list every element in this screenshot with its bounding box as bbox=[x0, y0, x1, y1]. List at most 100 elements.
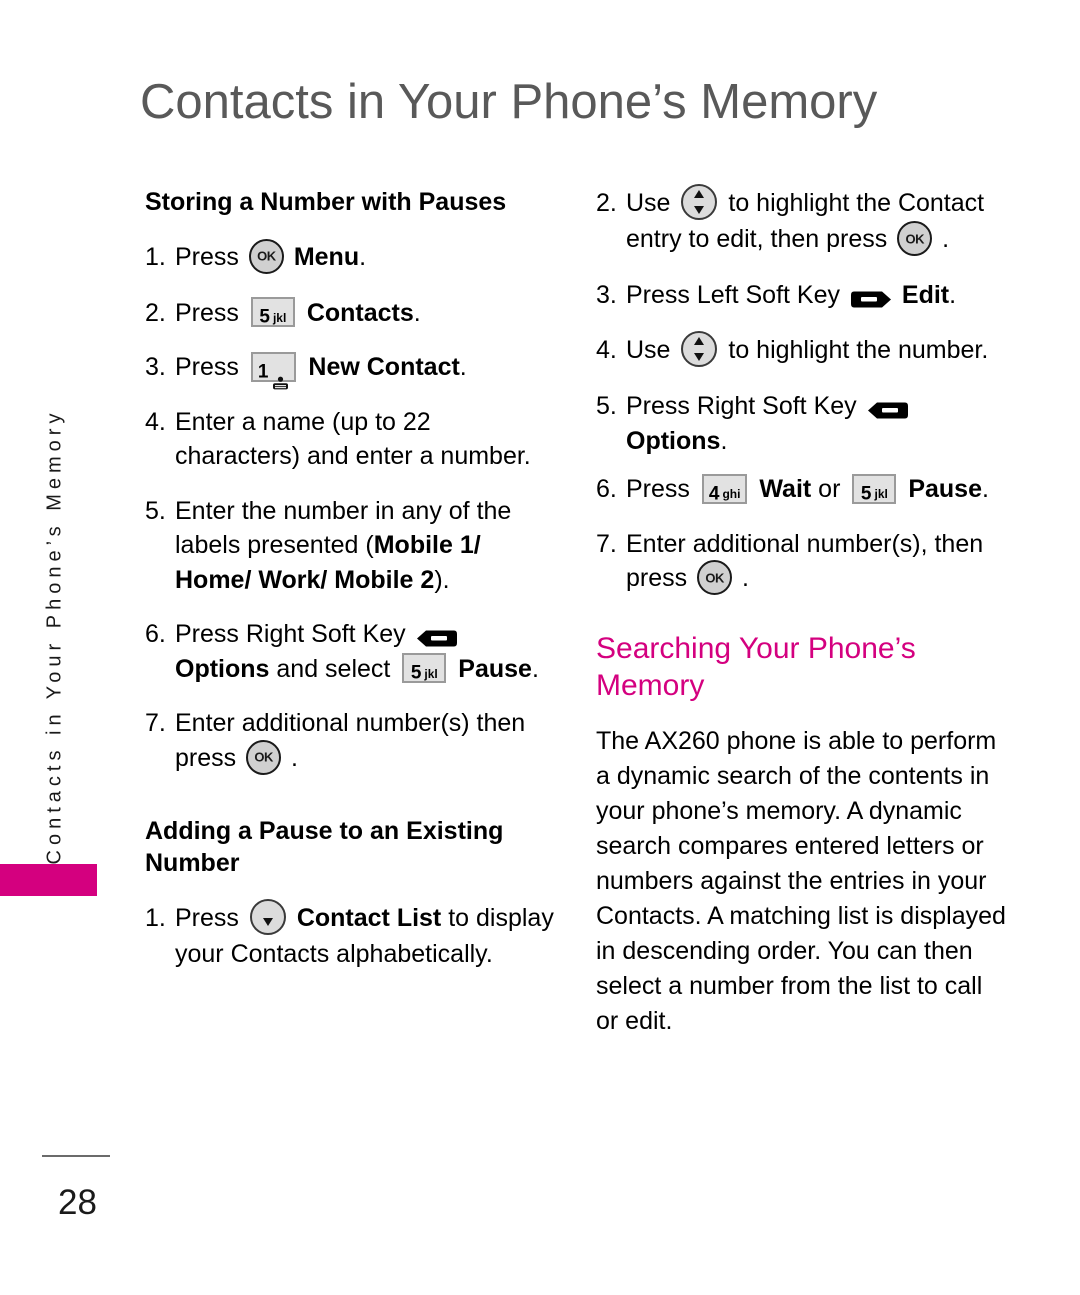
step-text: or bbox=[811, 475, 841, 504]
footer-rule bbox=[42, 1155, 110, 1157]
section-heading-adding-pause: Adding a Pause to an Existing Number bbox=[145, 816, 504, 877]
nav-down-key-icon bbox=[249, 899, 286, 936]
keypad-1-voicemail-icon: 1 bbox=[250, 351, 297, 390]
step-body: Press Contact List to display your Conta… bbox=[175, 899, 555, 972]
keypad-5-jkl-icon: 5 jkl bbox=[852, 473, 897, 504]
step-text: Press Left Soft Key bbox=[626, 281, 840, 310]
section-heading-storing: Storing a Number with Pauses bbox=[145, 188, 507, 216]
step-bold-text: Contacts bbox=[306, 298, 414, 327]
right-soft-key-icon bbox=[416, 623, 457, 647]
ok-key-icon bbox=[248, 238, 284, 274]
step-text: Press Right Soft Key bbox=[626, 392, 857, 421]
step-number: 6. bbox=[596, 475, 617, 504]
keypad-letters: ghi bbox=[722, 486, 741, 501]
step-punct: . bbox=[949, 281, 957, 310]
page-number: 28 bbox=[58, 1183, 97, 1222]
step-item: 2. Press 5 jkl Contacts. bbox=[145, 296, 555, 331]
step-punct: ). bbox=[434, 565, 450, 594]
voicemail-glyph-icon bbox=[272, 366, 289, 390]
step-punct: . bbox=[982, 475, 989, 504]
step-text: Enter additional number(s), then press bbox=[626, 529, 984, 593]
right-column: 2. Use to highlight the Contact entry to… bbox=[596, 184, 1011, 1039]
step-text: Press Right Soft Key bbox=[175, 620, 406, 649]
step-item: 2. Use to highlight the Contact entry to… bbox=[596, 184, 1011, 258]
step-text: Use bbox=[626, 335, 671, 364]
step-item: 7. Enter additional number(s), then pres… bbox=[596, 527, 1011, 597]
keypad-digit: 5 bbox=[410, 662, 422, 684]
step-body: Press Left Soft Key Edit. bbox=[626, 278, 1011, 313]
keypad-letters: jkl bbox=[424, 666, 438, 681]
section-heading-searching: Searching Your Phone’s Memory bbox=[596, 632, 916, 702]
step-bold-text: Pause bbox=[458, 654, 532, 683]
step-number: 3. bbox=[145, 353, 166, 382]
keypad-5-jkl-icon: 5 jkl bbox=[250, 297, 295, 328]
keypad-letters: jkl bbox=[272, 310, 287, 325]
step-text: Enter additional number(s) then press bbox=[175, 709, 526, 772]
step-number: 3. bbox=[596, 281, 617, 310]
step-text: Press bbox=[626, 475, 690, 504]
step-number: 4. bbox=[145, 407, 166, 436]
step-text: Press bbox=[175, 903, 239, 932]
step-bold-text: Options bbox=[626, 426, 721, 455]
step-body: Press Right Soft Key Options. bbox=[626, 389, 1011, 458]
step-item: 6. Press 4 ghi Wait or 5 jkl Pause. bbox=[596, 472, 1011, 507]
step-punct: . bbox=[942, 225, 950, 254]
left-soft-key-icon bbox=[850, 284, 891, 308]
step-punct: . bbox=[413, 298, 421, 327]
step-body: Enter additional number(s) then press . bbox=[175, 706, 555, 776]
step-bold-text: Menu bbox=[293, 243, 360, 271]
step-text: Press bbox=[175, 353, 239, 382]
left-column: Storing a Number with Pauses 1. Press Me… bbox=[145, 186, 555, 992]
step-item: 5. Enter the number in any of the labels… bbox=[145, 494, 555, 598]
step-number: 2. bbox=[596, 189, 617, 217]
step-body: Enter additional number(s), then press . bbox=[626, 527, 1011, 597]
manual-page: Contacts in Your Phone’s Memory Contacts… bbox=[0, 0, 1080, 1295]
nav-updown-key-icon bbox=[681, 184, 718, 221]
step-number: 7. bbox=[145, 709, 166, 738]
step-item: 7. Enter additional number(s) then press… bbox=[145, 706, 555, 776]
step-punct: . bbox=[291, 743, 298, 772]
step-bold-text: Edit bbox=[901, 281, 950, 310]
step-number: 1. bbox=[145, 903, 166, 932]
step-number: 7. bbox=[596, 529, 617, 558]
step-body: Press Right Soft Key Options and select … bbox=[175, 617, 555, 686]
step-body: Use to highlight the Contact entry to ed… bbox=[626, 184, 1011, 258]
searching-paragraph: The AX260 phone is able to perform a dyn… bbox=[596, 727, 1006, 1036]
step-body: Enter a name (up to 22 characters) and e… bbox=[175, 407, 531, 471]
keypad-digit: 1 bbox=[257, 361, 269, 383]
step-item: 4. Use to highlight the number. bbox=[596, 331, 1011, 369]
step-number: 5. bbox=[596, 392, 617, 421]
step-bold-text: New Contact bbox=[308, 353, 460, 382]
step-body: Press 1 New Contact. bbox=[175, 350, 555, 390]
step-number: 5. bbox=[145, 496, 166, 525]
step-item: 3. Press 1 New Contact. bbox=[145, 350, 555, 390]
step-punct: . bbox=[742, 564, 749, 593]
step-item: 6. Press Right Soft Key Options and sele… bbox=[145, 617, 555, 686]
step-body: Press 5 jkl Contacts. bbox=[175, 296, 555, 331]
side-tab-label: Contacts in Your Phone’s Memory bbox=[43, 408, 66, 865]
step-text: and select bbox=[269, 654, 391, 683]
step-text: Press bbox=[175, 298, 239, 327]
step-number: 2. bbox=[145, 298, 166, 327]
step-punct: . bbox=[531, 654, 539, 683]
keypad-digit: 5 bbox=[259, 306, 270, 328]
step-body: Press Menu. bbox=[175, 238, 555, 276]
step-text: Use bbox=[626, 189, 671, 217]
step-bold-text: Wait bbox=[759, 475, 812, 504]
step-text: to highlight the number. bbox=[728, 335, 989, 364]
step-item: 1. Press Menu. bbox=[145, 238, 555, 276]
step-body: Use to highlight the number. bbox=[626, 331, 1011, 369]
keypad-digit: 5 bbox=[860, 482, 872, 504]
keypad-digit: 4 bbox=[708, 482, 720, 504]
nav-updown-key-icon bbox=[681, 331, 718, 368]
step-number: 1. bbox=[145, 243, 166, 271]
keypad-4-ghi-icon: 4 ghi bbox=[701, 473, 748, 504]
right-soft-key-icon bbox=[867, 395, 908, 419]
page-title: Contacts in Your Phone’s Memory bbox=[140, 75, 878, 129]
step-item: 5. Press Right Soft Key Options. bbox=[596, 389, 1011, 458]
step-bold-text: Options bbox=[175, 654, 270, 683]
ok-key-icon bbox=[246, 739, 282, 775]
step-number: 6. bbox=[145, 620, 166, 649]
keypad-letters: jkl bbox=[874, 486, 888, 501]
step-item: 4. Enter a name (up to 22 characters) an… bbox=[145, 405, 555, 474]
